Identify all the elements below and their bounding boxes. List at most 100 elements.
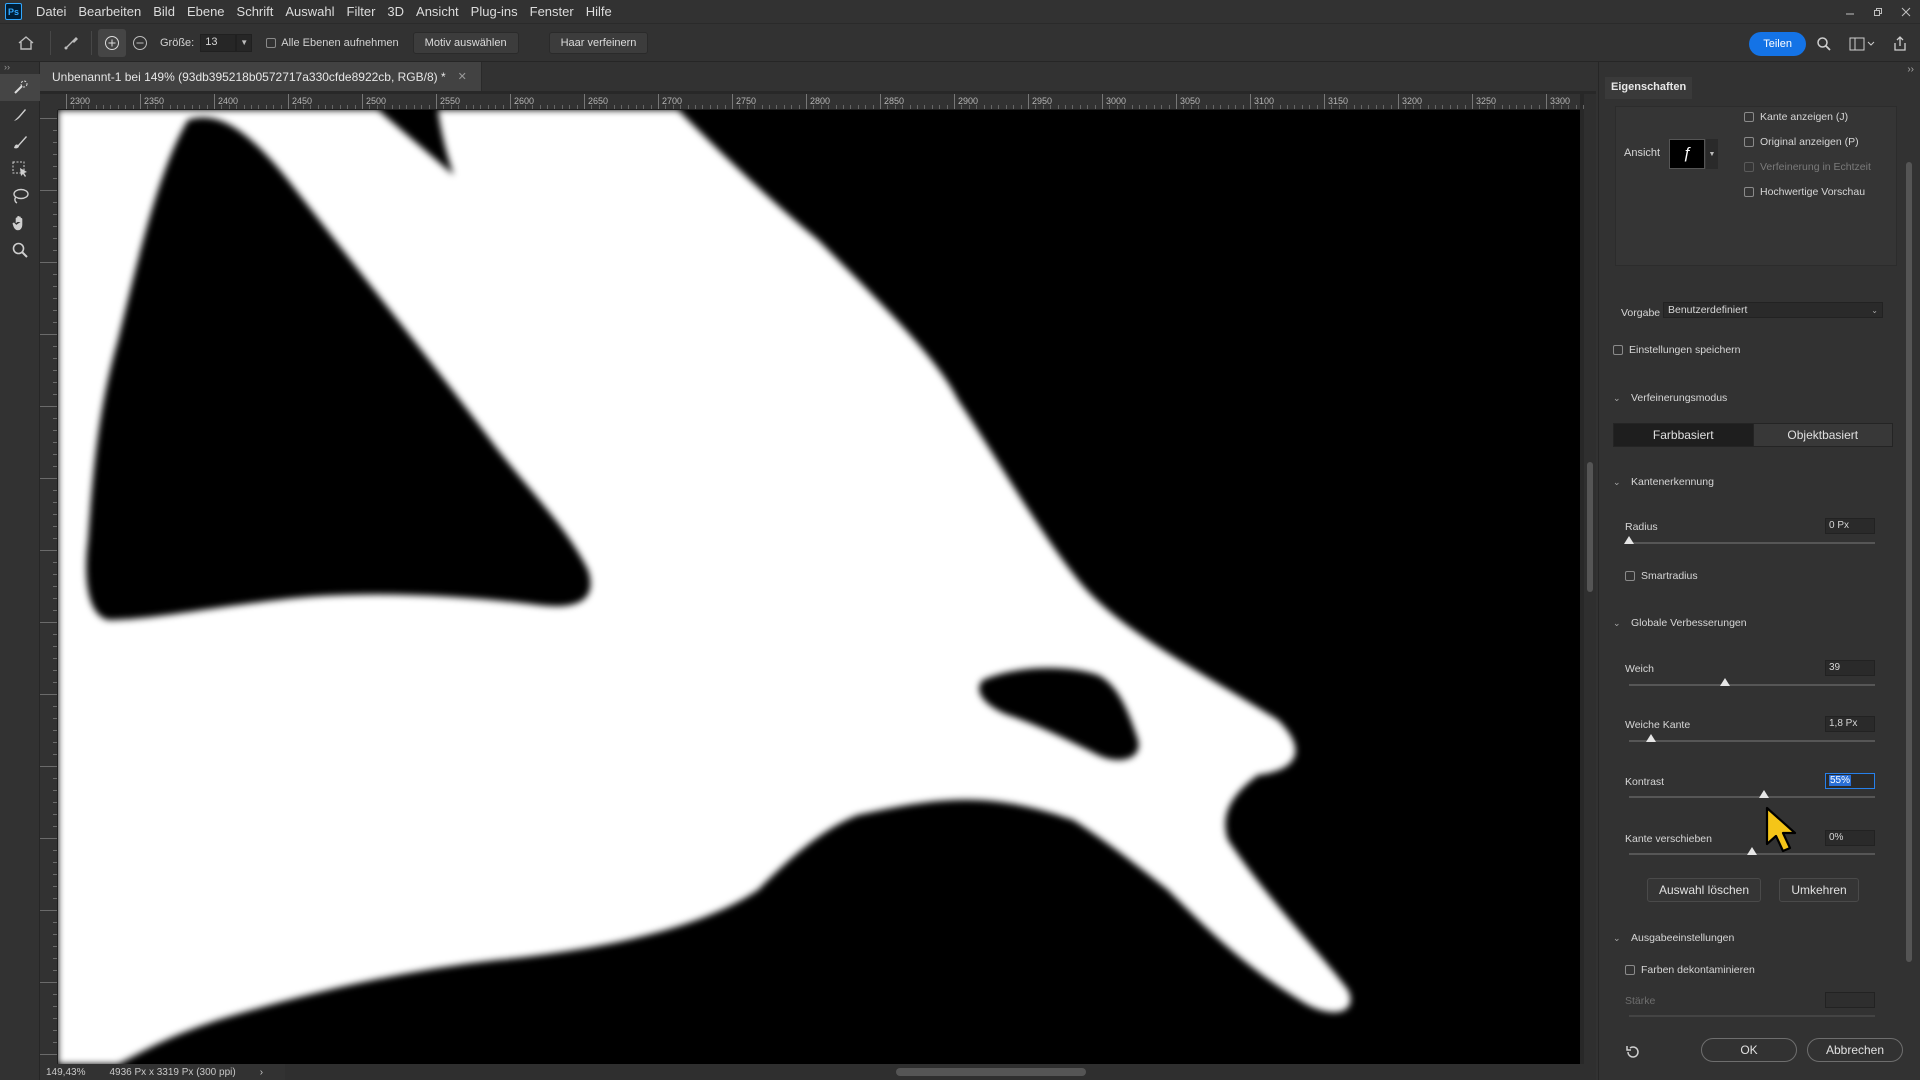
tab-eigenschaften[interactable]: Eigenschaften: [1605, 77, 1693, 99]
search-icon[interactable]: [1810, 30, 1838, 58]
menu-bild[interactable]: Bild: [147, 0, 181, 24]
refine-mode-section[interactable]: ⌄ Verfeinerungsmodus: [1613, 392, 1727, 404]
refine-edge-brush-icon[interactable]: [0, 101, 40, 128]
hand-tool-icon[interactable]: [0, 209, 40, 236]
home-icon[interactable]: [12, 29, 40, 57]
menu-ansicht[interactable]: Ansicht: [410, 0, 465, 24]
checkbox-box[interactable]: [1613, 345, 1623, 355]
scrollbar-thumb[interactable]: [1906, 162, 1912, 962]
menu-auswahl[interactable]: Auswahl: [279, 0, 340, 24]
ruler-tick: [754, 105, 756, 109]
amount-slider: [1629, 1015, 1875, 1017]
shift-edge-input[interactable]: 0%: [1825, 830, 1875, 846]
scrollbar-thumb[interactable]: [1587, 462, 1593, 592]
zoom-level[interactable]: 149,43%: [46, 1067, 85, 1078]
menu-hilfe[interactable]: Hilfe: [580, 0, 618, 24]
lasso-tool-icon[interactable]: [0, 182, 40, 209]
menu-schrift[interactable]: Schrift: [231, 0, 280, 24]
scrollbar-thumb[interactable]: [896, 1068, 1086, 1076]
export-icon[interactable]: [1886, 30, 1914, 58]
checkbox-box[interactable]: [1744, 112, 1754, 122]
checkbox-box[interactable]: [1625, 965, 1635, 975]
reset-icon[interactable]: [1619, 1038, 1647, 1066]
sample-all-layers-checkbox[interactable]: Alle Ebenen aufnehmen: [266, 37, 399, 49]
image-canvas[interactable]: [58, 110, 1580, 1064]
cancel-button[interactable]: Abbrechen: [1807, 1038, 1903, 1062]
show-edge-checkbox[interactable]: Kante anzeigen (J): [1744, 111, 1848, 123]
chevron-right-icon[interactable]: ›: [260, 1067, 263, 1078]
chevron-down-icon[interactable]: ▼: [1706, 139, 1718, 169]
view-mode-thumbnail[interactable]: ƒ: [1669, 139, 1705, 169]
chevron-down-icon[interactable]: ▼: [236, 33, 253, 52]
object-based-button[interactable]: Objektbasiert: [1752, 424, 1892, 446]
share-button[interactable]: Teilen: [1749, 32, 1806, 56]
smooth-slider[interactable]: [1629, 678, 1875, 686]
workspace-icon[interactable]: [1844, 30, 1880, 58]
show-original-checkbox[interactable]: Original anzeigen (P): [1744, 136, 1859, 148]
select-subject-button[interactable]: Motiv auswählen: [412, 31, 519, 54]
refine-brush-tool-icon[interactable]: [57, 29, 85, 57]
decontaminate-colors-checkbox[interactable]: Farben dekontaminieren: [1625, 964, 1755, 976]
checkbox-box[interactable]: [1744, 187, 1754, 197]
smart-radius-checkbox[interactable]: Smartradius: [1625, 570, 1698, 582]
collapse-panel-icon[interactable]: ››: [1907, 64, 1914, 75]
ruler-tick: [621, 105, 622, 109]
save-settings-checkbox[interactable]: Einstellungen speichern: [1613, 344, 1741, 356]
size-input[interactable]: 13: [200, 33, 237, 52]
ruler-tick: [1331, 105, 1333, 109]
checkbox-box[interactable]: [1625, 571, 1635, 581]
horizontal-scrollbar[interactable]: [285, 1064, 1596, 1080]
smooth-input[interactable]: 39: [1825, 660, 1875, 676]
vertical-scrollbar[interactable]: [1584, 94, 1596, 1064]
output-settings-section[interactable]: ⌄ Ausgabeeinstellungen: [1613, 932, 1734, 944]
preset-dropdown[interactable]: Benutzerdefiniert ⌄: [1663, 302, 1883, 318]
close-tab-icon[interactable]: ✕: [458, 70, 467, 83]
radius-slider[interactable]: [1624, 536, 1875, 544]
checkbox-box[interactable]: [266, 37, 277, 48]
expand-toolbar-icon[interactable]: ››: [0, 62, 39, 74]
high-quality-preview-checkbox[interactable]: Hochwertige Vorschau: [1744, 186, 1865, 198]
ruler-tick: [776, 105, 778, 109]
quick-selection-tool-icon[interactable]: [0, 74, 40, 101]
color-based-button[interactable]: Farbbasiert: [1614, 424, 1753, 446]
zoom-tool-icon[interactable]: [0, 236, 40, 263]
shift-edge-slider[interactable]: [1629, 847, 1875, 855]
close-icon[interactable]: [1892, 0, 1920, 24]
slider-handle[interactable]: [1747, 847, 1757, 855]
restore-icon[interactable]: [1864, 0, 1892, 24]
radius-input[interactable]: 0 Px: [1825, 518, 1875, 534]
feather-slider[interactable]: [1629, 734, 1875, 742]
panel-scrollbar[interactable]: [1903, 106, 1915, 1066]
menu-bearbeiten[interactable]: Bearbeiten: [72, 0, 147, 24]
ruler-tick: [53, 1006, 57, 1007]
ok-button[interactable]: OK: [1701, 1038, 1797, 1062]
menu-filter[interactable]: Filter: [341, 0, 382, 24]
ruler-tick: [53, 1018, 57, 1019]
add-to-selection-icon[interactable]: [98, 28, 126, 57]
menu-fenster[interactable]: Fenster: [524, 0, 580, 24]
contrast-input[interactable]: 55%: [1825, 773, 1875, 789]
refine-hair-button[interactable]: Haar verfeinern: [548, 31, 649, 54]
clear-selection-button[interactable]: Auswahl löschen: [1647, 878, 1761, 902]
slider-handle[interactable]: [1719, 678, 1730, 686]
minimize-icon[interactable]: [1836, 0, 1864, 24]
slider-handle[interactable]: [1646, 734, 1657, 742]
menu-datei[interactable]: Datei: [30, 0, 72, 24]
subtract-from-selection-icon[interactable]: [126, 29, 154, 57]
contrast-slider[interactable]: [1629, 790, 1875, 798]
checkbox-box[interactable]: [1744, 137, 1754, 147]
menu-plugins[interactable]: Plug-ins: [465, 0, 524, 24]
object-selection-tool-icon[interactable]: [0, 155, 40, 182]
feather-input[interactable]: 1,8 Px: [1825, 716, 1875, 732]
menu-ebene[interactable]: Ebene: [181, 0, 231, 24]
edge-detection-section[interactable]: ⌄ Kantenerkennung: [1613, 476, 1714, 488]
ruler-tick: [1346, 105, 1348, 109]
document-tab[interactable]: Unbenannt-1 bei 149% (93db395218b0572717…: [40, 62, 482, 91]
slider-handle[interactable]: [1759, 790, 1770, 798]
brush-tool-icon[interactable]: [0, 128, 40, 155]
slider-handle[interactable]: [1624, 536, 1634, 544]
ruler-tick: [354, 105, 356, 109]
global-refinements-section[interactable]: ⌄ Globale Verbesserungen: [1613, 617, 1747, 629]
invert-button[interactable]: Umkehren: [1779, 878, 1859, 902]
menu-3d[interactable]: 3D: [381, 0, 410, 24]
